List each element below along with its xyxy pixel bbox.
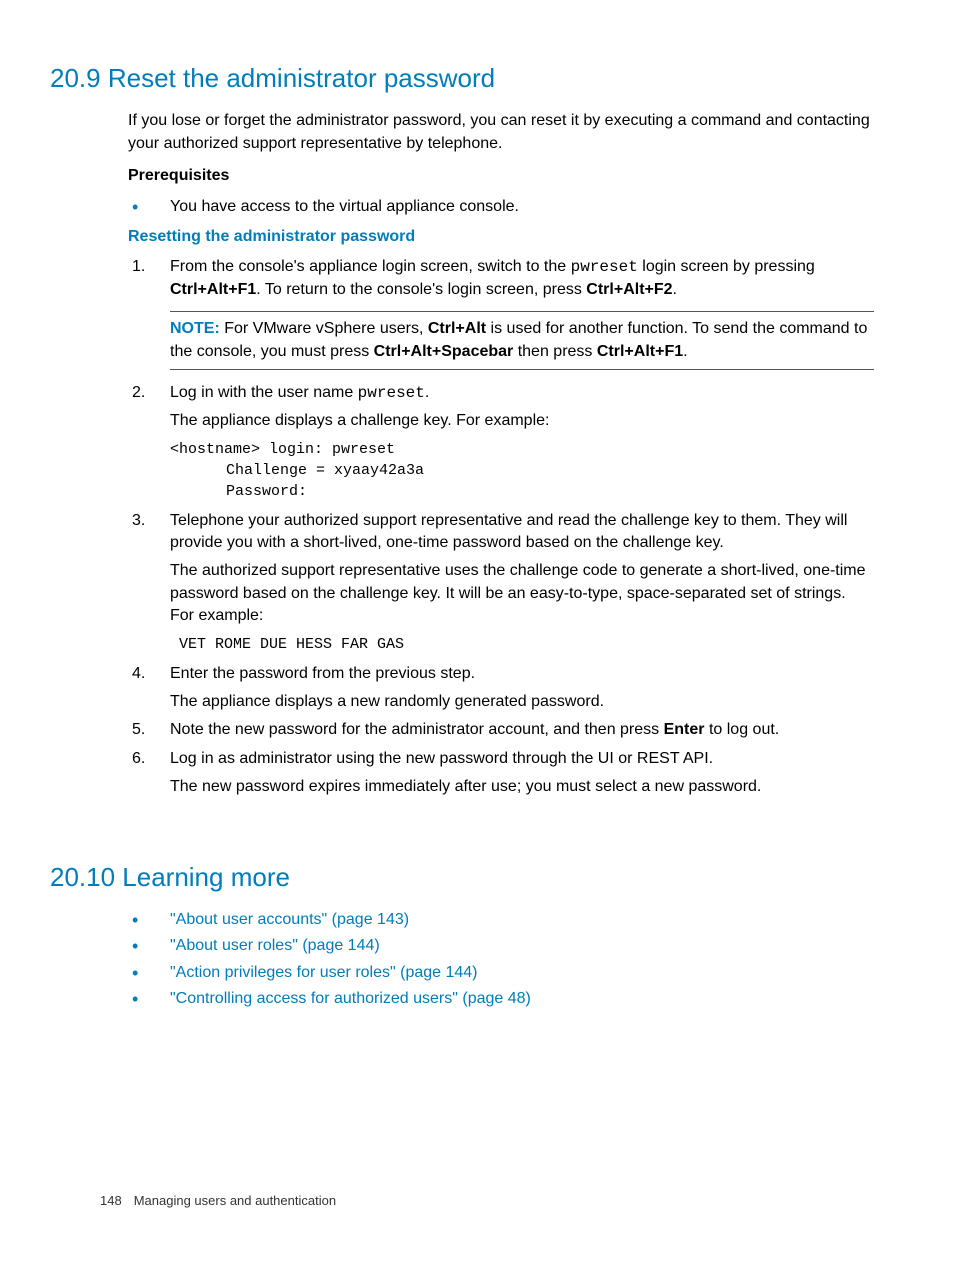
step-3: Telephone your authorized support repres… — [128, 510, 874, 655]
code-block-2: VET ROME DUE HESS FAR GAS — [170, 634, 874, 655]
note-text-c: then press — [513, 343, 597, 360]
code1-line2: Challenge = xyaay42a3a — [170, 460, 874, 481]
link-controlling-access[interactable]: "Controlling access for authorized users… — [170, 990, 531, 1007]
link-item-2: "Action privileges for user roles" (page… — [128, 962, 874, 984]
note-label: NOTE: — [170, 320, 220, 337]
note-text-d: . — [683, 343, 687, 360]
step3-para-a: Telephone your authorized support repres… — [170, 510, 874, 555]
step4-para-a: Enter the password from the previous ste… — [170, 663, 874, 685]
step5-text-a: Note the new password for the administra… — [170, 721, 664, 738]
note-key1: Ctrl+Alt — [428, 320, 486, 337]
resetting-subtitle: Resetting the administrator password — [128, 226, 874, 248]
footer-title: Managing users and authentication — [134, 1193, 336, 1208]
step-6: Log in as administrator using the new pa… — [128, 748, 874, 799]
step-4: Enter the password from the previous ste… — [128, 663, 874, 714]
note-key3: Ctrl+Alt+F1 — [597, 343, 683, 360]
step6-para-a: Log in as administrator using the new pa… — [170, 748, 874, 770]
code1-line3: Password: — [170, 481, 874, 502]
step2-code: pwreset — [358, 384, 425, 402]
section1-content: If you lose or forget the administrator … — [128, 110, 874, 798]
step-5: Note the new password for the administra… — [128, 719, 874, 741]
step1-text-b: login screen by pressing — [638, 258, 815, 275]
step5-key: Enter — [664, 721, 705, 738]
step6-para-b: The new password expires immediately aft… — [170, 776, 874, 798]
page-number: 148 — [100, 1193, 122, 1208]
page-footer: 148 Managing users and authentication — [100, 1192, 336, 1210]
link-item-3: "Controlling access for authorized users… — [128, 988, 874, 1010]
step1-key1: Ctrl+Alt+F1 — [170, 281, 256, 298]
link-item-1: "About user roles" (page 144) — [128, 935, 874, 957]
link-action-privileges[interactable]: "Action privileges for user roles" (page… — [170, 964, 478, 981]
note-key2: Ctrl+Alt+Spacebar — [374, 343, 514, 360]
step1-code: pwreset — [571, 258, 638, 276]
step2-text-a: Log in with the user name — [170, 384, 358, 401]
step3-para-b: The authorized support representative us… — [170, 560, 874, 627]
step1-key2: Ctrl+Alt+F2 — [586, 281, 672, 298]
step2-para: The appliance displays a challenge key. … — [170, 410, 874, 432]
link-about-user-roles[interactable]: "About user roles" (page 144) — [170, 937, 380, 954]
section-heading-learning-more: 20.10 Learning more — [50, 859, 874, 895]
intro-paragraph: If you lose or forget the administrator … — [128, 110, 874, 155]
link-item-0: "About user accounts" (page 143) — [128, 909, 874, 931]
prereq-item: You have access to the virtual appliance… — [128, 196, 874, 218]
step1-text-c: . To return to the console's login scree… — [256, 281, 586, 298]
note-box: NOTE: For VMware vSphere users, Ctrl+Alt… — [170, 311, 874, 370]
step-1: From the console's appliance login scree… — [128, 256, 874, 370]
step5-text-b: to log out. — [705, 721, 780, 738]
step-2: Log in with the user name pwreset. The a… — [128, 382, 874, 502]
section2-content: "About user accounts" (page 143) "About … — [128, 909, 874, 1011]
step2-text-b: . — [425, 384, 429, 401]
step4-para-b: The appliance displays a new randomly ge… — [170, 691, 874, 713]
link-about-user-accounts[interactable]: "About user accounts" (page 143) — [170, 911, 409, 928]
step1-text-d: . — [673, 281, 677, 298]
section-heading-reset-password: 20.9 Reset the administrator password — [50, 60, 874, 96]
code-block-1: <hostname> login: pwreset Challenge = xy… — [170, 439, 874, 502]
note-text-a: For VMware vSphere users, — [220, 320, 428, 337]
prerequisites-title: Prerequisites — [128, 165, 874, 187]
step1-text-a: From the console's appliance login scree… — [170, 258, 571, 275]
code1-line1: <hostname> login: pwreset — [170, 441, 395, 458]
